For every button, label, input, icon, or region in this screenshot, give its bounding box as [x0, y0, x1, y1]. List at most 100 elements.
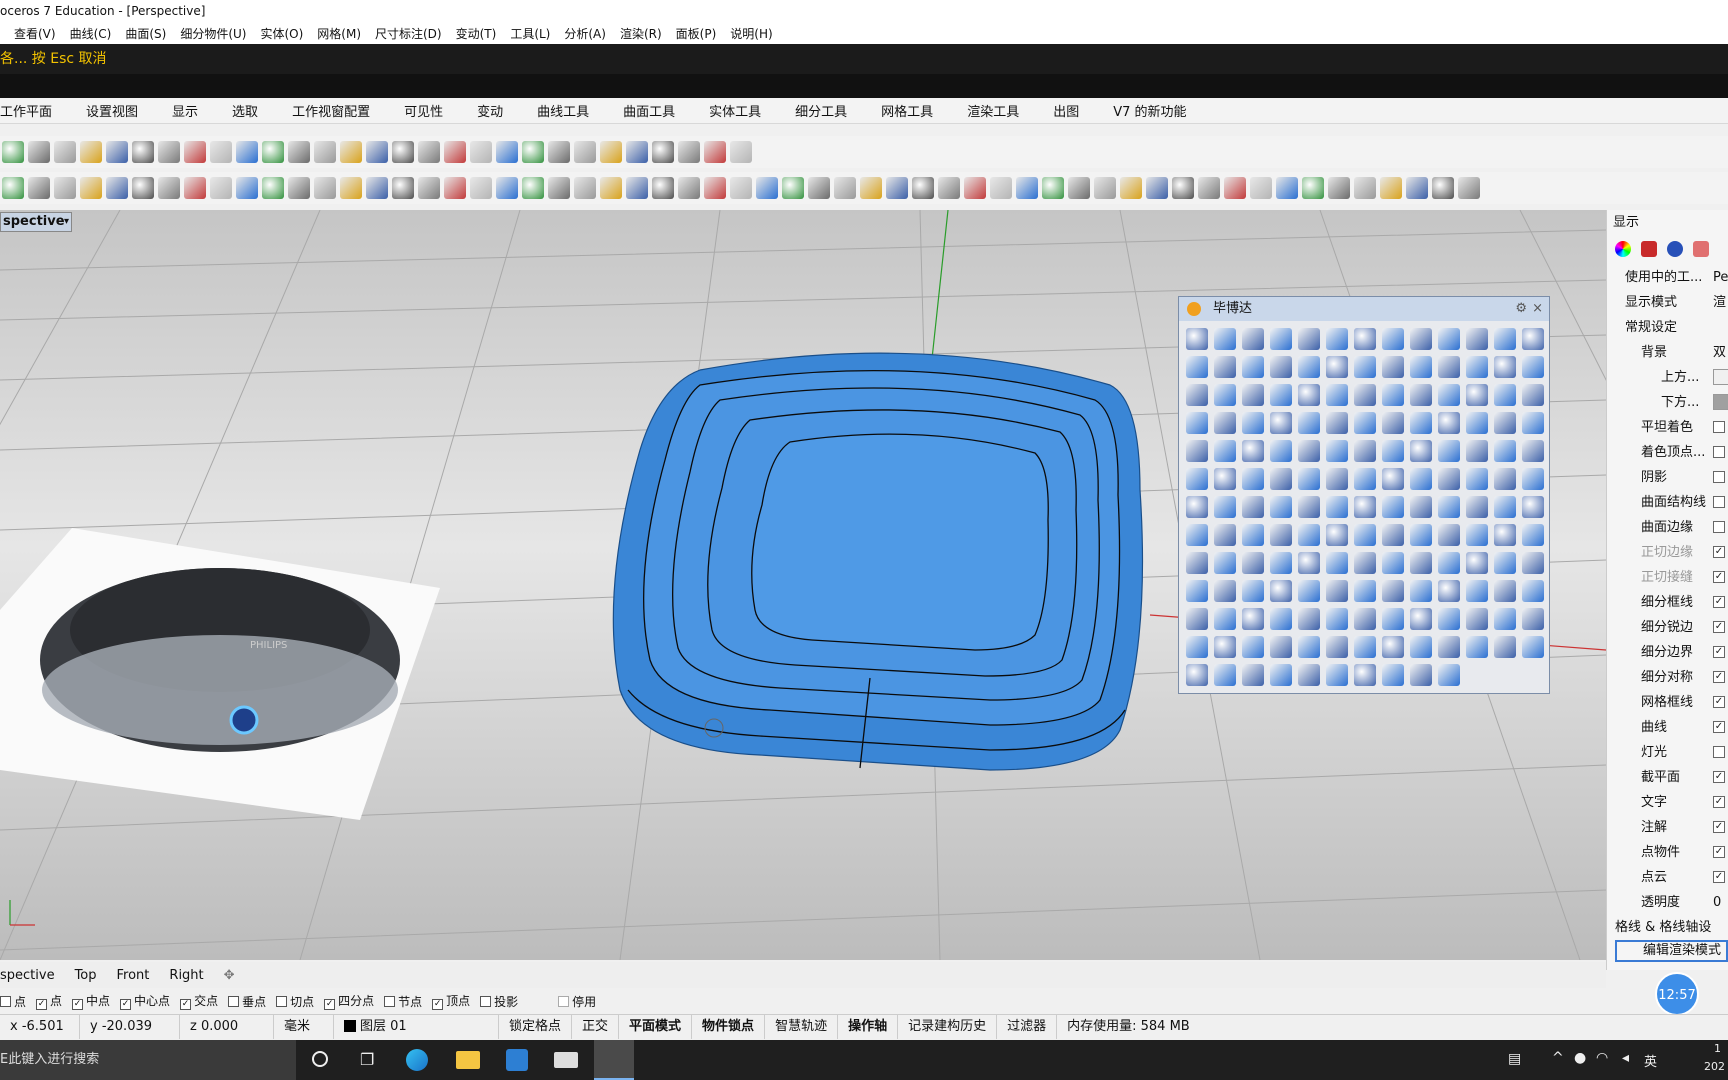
row2-tool-icon-16[interactable]	[392, 177, 414, 199]
panel-tool-icon-91[interactable]	[1522, 496, 1544, 518]
panel-tool-icon-110[interactable]	[1326, 552, 1348, 574]
row2-tool-icon-55[interactable]	[1406, 177, 1428, 199]
row2-tool-icon-28[interactable]	[704, 177, 726, 199]
panel-tool-icon-31[interactable]	[1298, 384, 1320, 406]
panel-tool-icon-28[interactable]	[1214, 384, 1236, 406]
panel-tool-icon-145[interactable]	[1214, 636, 1236, 658]
osnap-checkbox[interactable]	[384, 995, 396, 1007]
row2-tool-icon-50[interactable]	[1276, 177, 1298, 199]
panel-tool-icon-166[interactable]	[1438, 664, 1460, 686]
panel-tool-icon-131[interactable]	[1186, 608, 1208, 630]
display-option-checkbox[interactable]: ✓	[1713, 546, 1725, 558]
row1-tool-icon-3[interactable]	[54, 141, 76, 163]
row2-tool-icon-25[interactable]	[626, 177, 648, 199]
row2-tool-icon-24[interactable]	[600, 177, 622, 199]
panel-tool-icon-152[interactable]	[1410, 636, 1432, 658]
row1-tool-icon-18[interactable]	[444, 141, 466, 163]
display-option-checkbox[interactable]: ✓	[1713, 871, 1725, 883]
panel-settings-icon[interactable]: ⚙	[1515, 297, 1527, 321]
panel-tool-icon-164[interactable]	[1382, 664, 1404, 686]
panel-close-icon[interactable]: ×	[1532, 297, 1543, 321]
panel-tool-icon-119[interactable]	[1214, 580, 1236, 602]
menu-item-subd[interactable]: 细分物件(U)	[180, 25, 246, 42]
panel-tool-icon-116[interactable]	[1494, 552, 1516, 574]
panel-tool-icon-155[interactable]	[1494, 636, 1516, 658]
panel-tool-icon-12[interactable]	[1494, 328, 1516, 350]
panel-tool-icon-82[interactable]	[1270, 496, 1292, 518]
menu-item-view[interactable]: 查看(V)	[14, 25, 56, 42]
display-option-checkbox[interactable]: ✓	[1713, 771, 1725, 783]
status-grid-snap[interactable]: 锁定格点	[499, 1014, 573, 1039]
row2-tool-icon-26[interactable]	[652, 177, 674, 199]
osnap-6[interactable]: 垂点	[228, 993, 266, 1010]
row1-tool-icon-27[interactable]	[678, 141, 700, 163]
panel-tool-icon-103[interactable]	[1494, 524, 1516, 546]
panel-tool-icon-92[interactable]	[1186, 524, 1208, 546]
panel-tool-icon-120[interactable]	[1242, 580, 1264, 602]
osnap-checkbox[interactable]	[480, 995, 492, 1007]
cortana-icon[interactable]	[312, 1051, 328, 1067]
tab-set-view[interactable]: 设置视图	[86, 101, 138, 120]
panel-tool-icon-40[interactable]	[1186, 412, 1208, 434]
tab-visibility[interactable]: 可见性	[404, 101, 443, 120]
panel-tool-icon-104[interactable]	[1522, 524, 1544, 546]
osnap-2[interactable]: ✓ 点	[36, 992, 62, 1010]
row2-tool-icon-5[interactable]	[106, 177, 128, 199]
row2-tool-icon-31[interactable]	[782, 177, 804, 199]
tab-solid-tools[interactable]: 实体工具	[709, 101, 761, 120]
viewport-menu-chevron-icon[interactable]: ▾	[64, 213, 69, 231]
panel-tool-icon-51[interactable]	[1494, 412, 1516, 434]
panel-tool-icon-88[interactable]	[1438, 496, 1460, 518]
row1-tool-icon-12[interactable]	[288, 141, 310, 163]
row2-tool-icon-39[interactable]	[990, 177, 1012, 199]
panel-tool-icon-21[interactable]	[1382, 356, 1404, 378]
row2-tool-icon-8[interactable]	[184, 177, 206, 199]
viewport-tab-top[interactable]: Top	[75, 968, 97, 983]
panel-tool-icon-76[interactable]	[1466, 468, 1488, 490]
row1-tool-icon-6[interactable]	[132, 141, 154, 163]
panel-tool-icon-30[interactable]	[1270, 384, 1292, 406]
panel-tool-icon-127[interactable]	[1438, 580, 1460, 602]
panel-tool-icon-140[interactable]	[1438, 608, 1460, 630]
row2-tool-icon-56[interactable]	[1432, 177, 1454, 199]
panel-tool-icon-55[interactable]	[1242, 440, 1264, 462]
task-view-icon[interactable]: ❐	[360, 1050, 374, 1069]
tab-new-in-v7[interactable]: V7 的新功能	[1113, 101, 1186, 120]
osnap-checkbox[interactable]	[228, 995, 240, 1007]
panel-tool-icon-8[interactable]	[1382, 328, 1404, 350]
panel-tool-icon-85[interactable]	[1354, 496, 1376, 518]
panel-tool-icon-115[interactable]	[1466, 552, 1488, 574]
status-filter[interactable]: 过滤器	[997, 1014, 1058, 1039]
panel-tool-icon-142[interactable]	[1494, 608, 1516, 630]
display-option-checkbox[interactable]	[1713, 746, 1725, 758]
row1-tool-icon-26[interactable]	[652, 141, 674, 163]
display-option-checkbox[interactable]: ✓	[1713, 571, 1725, 583]
osnap-7[interactable]: 切点	[276, 993, 314, 1010]
panel-tool-icon-101[interactable]	[1438, 524, 1460, 546]
status-record-history[interactable]: 记录建构历史	[898, 1014, 998, 1039]
display-option-checkbox[interactable]: ✓	[1713, 596, 1725, 608]
row2-tool-icon-42[interactable]	[1068, 177, 1090, 199]
panel-tool-icon-9[interactable]	[1410, 328, 1432, 350]
row2-tool-icon-22[interactable]	[548, 177, 570, 199]
display-option-checkbox[interactable]: ✓	[1713, 846, 1725, 858]
osnap-8[interactable]: ✓ 四分点	[324, 992, 374, 1010]
panel-tool-icon-84[interactable]	[1326, 496, 1348, 518]
row2-tool-icon-32[interactable]	[808, 177, 830, 199]
panel-tool-icon-19[interactable]	[1326, 356, 1348, 378]
panel-tool-icon-36[interactable]	[1438, 384, 1460, 406]
status-planar[interactable]: 平面模式	[619, 1014, 693, 1039]
row1-tool-icon-28[interactable]	[704, 141, 726, 163]
panel-tool-icon-138[interactable]	[1382, 608, 1404, 630]
panel-tool-icon-65[interactable]	[1522, 440, 1544, 462]
osnap-checkbox[interactable]: ✓	[324, 999, 336, 1010]
units-label[interactable]: 毫米	[274, 1014, 334, 1039]
row1-tool-icon-16[interactable]	[392, 141, 414, 163]
panel-tool-icon-89[interactable]	[1466, 496, 1488, 518]
panel-tool-icon-4[interactable]	[1270, 328, 1292, 350]
tab-subd-tools[interactable]: 细分工具	[795, 101, 847, 120]
row2-tool-icon-52[interactable]	[1328, 177, 1350, 199]
panel-tool-icon-34[interactable]	[1382, 384, 1404, 406]
panel-tool-icon-95[interactable]	[1270, 524, 1292, 546]
transparency-value[interactable]: 0	[1713, 890, 1721, 915]
